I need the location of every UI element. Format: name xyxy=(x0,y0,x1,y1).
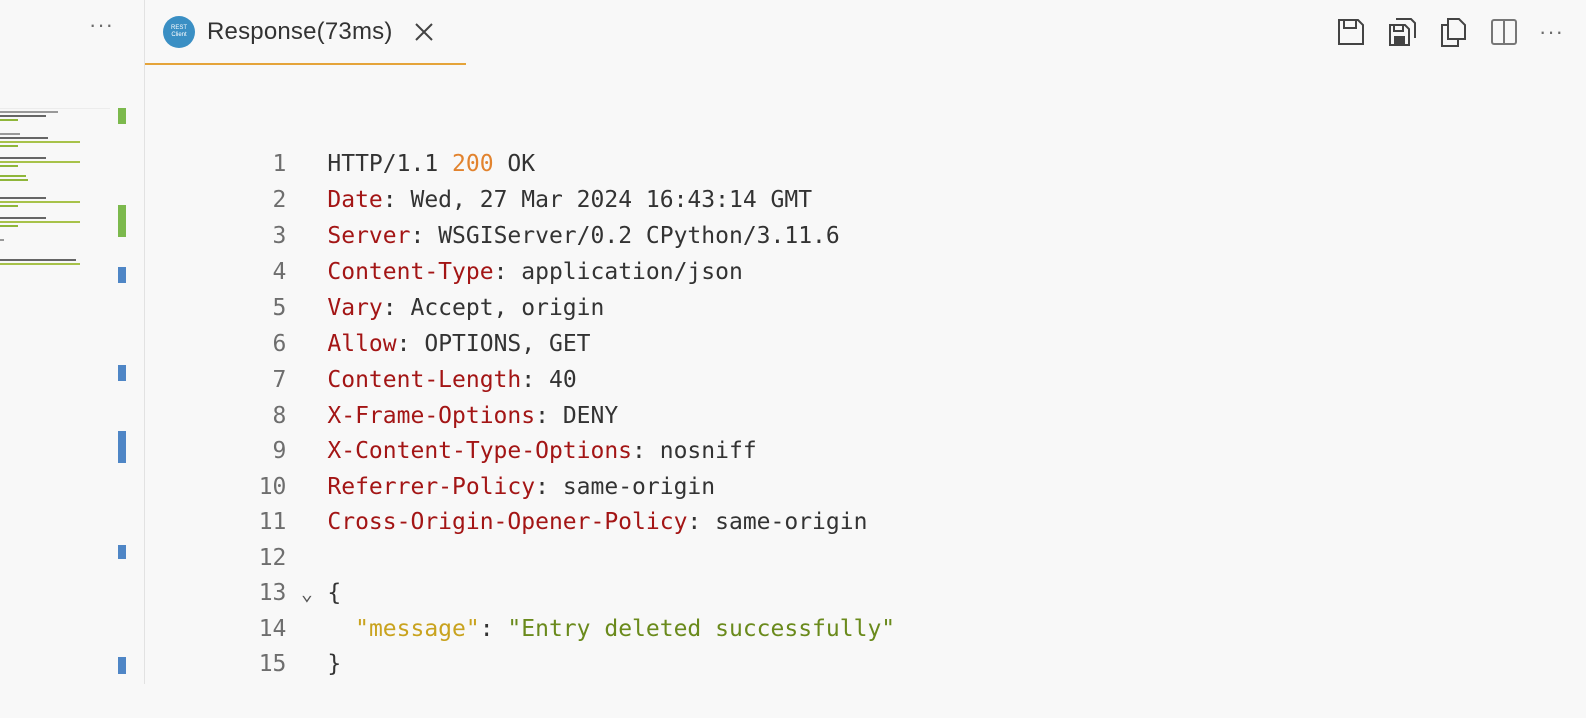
header-line: 7 Content-Length: 40 xyxy=(145,326,577,393)
gutter-modified-marker xyxy=(118,545,126,559)
gutter-added-marker xyxy=(118,108,126,124)
gutter-modified-marker xyxy=(118,431,126,463)
split-editor-button[interactable] xyxy=(1488,16,1520,48)
copy-response-button[interactable] xyxy=(1437,16,1469,48)
save-response-body-button[interactable] xyxy=(1386,16,1418,48)
gutter-modified-marker xyxy=(118,365,126,381)
json-close-brace: } xyxy=(327,651,342,677)
save-icon xyxy=(1338,19,1365,45)
json-entry-line: 14 "message": "Entry deleted successfull… xyxy=(145,575,895,642)
json-open-line: 13 ⌄{ xyxy=(145,539,342,606)
rest-client-icon: REST Client xyxy=(163,15,195,48)
more-actions-icon[interactable]: ··· xyxy=(89,14,114,36)
header-line: 2 Date: Wed, 27 Mar 2024 16:43:14 GMT xyxy=(145,146,813,213)
gutter-added-marker xyxy=(118,205,126,237)
left-editor-pane: ··· xyxy=(0,0,145,684)
json-close-line: 15 } xyxy=(145,610,342,677)
tab-bar: REST Client Response(73ms) ··· xyxy=(145,0,1586,66)
blank-line: 12 xyxy=(145,504,287,571)
gutter-modified-marker xyxy=(118,657,126,674)
json-string-value: "Entry deleted successfully" xyxy=(507,616,896,642)
save-full-response-button[interactable] xyxy=(1335,16,1367,48)
header-name: Cross-Origin-Opener-Policy xyxy=(327,509,688,535)
header-value: same-origin xyxy=(715,509,868,535)
split-editor-icon xyxy=(1491,19,1518,45)
json-key: "message" xyxy=(355,616,480,642)
tab-response[interactable]: REST Client Response(73ms) xyxy=(145,0,466,65)
more-actions-icon[interactable]: ··· xyxy=(1539,19,1564,45)
header-line: 10 Referrer-Policy: same-origin xyxy=(145,433,715,500)
gutter-modified-marker xyxy=(118,267,126,283)
header-line: 11 Cross-Origin-Opener-Policy: same-orig… xyxy=(145,468,868,535)
rest-client-icon-text: Client xyxy=(171,31,187,38)
minimap[interactable] xyxy=(0,108,110,685)
status-line: 1 HTTP/1.1 200 OK xyxy=(145,110,536,177)
copy-icon xyxy=(1441,18,1467,47)
response-editor[interactable]: 1 HTTP/1.1 200 OK 2 Date: Wed, 27 Mar 20… xyxy=(145,108,1586,684)
header-line: 5 Vary: Accept, origin xyxy=(145,254,605,321)
tab-title: Response(73ms) xyxy=(207,17,393,45)
rest-client-icon-text: REST xyxy=(170,24,187,31)
header-line: 6 Allow: OPTIONS, GET xyxy=(145,290,591,357)
header-line: 8 X-Frame-Options: DENY xyxy=(145,362,619,429)
save-all-icon xyxy=(1389,18,1417,46)
editor-toolbar: ··· xyxy=(1335,14,1586,50)
header-line: 3 Server: WSGIServer/0.2 CPython/3.11.6 xyxy=(145,182,840,249)
line-number: 15 xyxy=(258,651,287,677)
header-line: 9 X-Content-Type-Options: nosniff xyxy=(145,397,757,464)
header-line: 4 Content-Type: application/json xyxy=(145,218,743,285)
close-icon[interactable] xyxy=(413,21,435,43)
